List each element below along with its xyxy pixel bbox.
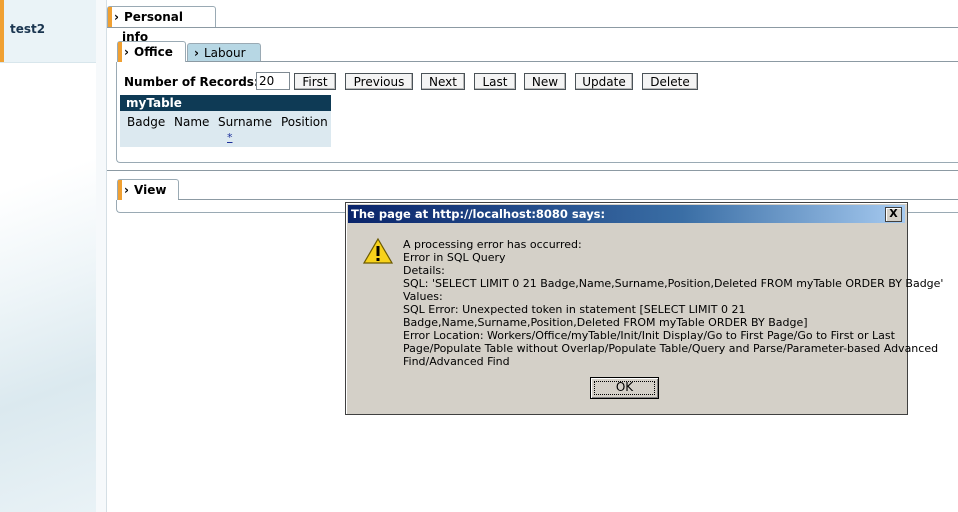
chevron-right-icon: › <box>114 10 119 24</box>
sidebar: test2 <box>0 0 96 512</box>
message-line: Values: <box>403 290 443 303</box>
sidebar-item-test2[interactable]: test2 <box>0 0 96 63</box>
new-record-link[interactable]: * <box>227 131 233 144</box>
tab-personal-info[interactable]: › Personal info <box>107 6 216 44</box>
dialog-message: A processing error has occurred: Error i… <box>403 238 944 368</box>
sidebar-divider <box>96 0 107 512</box>
tab-office[interactable]: › Office <box>117 41 186 62</box>
close-icon: X <box>889 207 898 220</box>
sidebar-item-label: test2 <box>10 22 46 36</box>
message-line: Find/Advanced Find <box>403 355 510 368</box>
ok-button[interactable]: OK <box>590 377 659 399</box>
message-line: Page/Populate Table without Overlap/Popu… <box>403 342 939 355</box>
tab-labour[interactable]: › Labour <box>187 43 261 62</box>
tab-label: View <box>134 183 167 197</box>
message-line: A processing error has occurred: <box>403 238 582 251</box>
next-button[interactable]: Next <box>421 73 465 90</box>
section-divider <box>107 27 958 28</box>
tab-label: Office <box>134 45 173 59</box>
tab-label: Labour <box>204 46 246 60</box>
mytable-grid: myTable Badge Name Surname Position * <box>120 95 331 147</box>
message-line: SQL Error: Unexpected token in statement… <box>403 303 746 316</box>
dialog-title-bar[interactable]: The page at http://localhost:8080 says: … <box>348 205 905 223</box>
column-header-badge: Badge <box>127 115 166 129</box>
column-header-name: Name <box>174 115 210 129</box>
chevron-right-icon: › <box>124 45 129 59</box>
message-line: Badge,Name,Surname,Position,Deleted FROM… <box>403 316 808 329</box>
message-line: Details: <box>403 264 445 277</box>
previous-button[interactable]: Previous <box>345 73 413 90</box>
delete-button[interactable]: Delete <box>642 73 698 90</box>
alert-dialog: The page at http://localhost:8080 says: … <box>345 202 944 415</box>
focus-ring <box>594 381 655 395</box>
first-button[interactable]: First <box>294 73 336 90</box>
sidebar-accent <box>0 0 4 62</box>
close-button[interactable]: X <box>885 207 902 222</box>
records-label: Number of Records: <box>124 75 259 89</box>
section-divider <box>107 170 958 171</box>
table-body: Badge Name Surname Position * <box>120 111 331 147</box>
table-title: myTable <box>120 95 331 111</box>
chevron-right-icon: › <box>124 183 129 197</box>
chevron-right-icon: › <box>194 46 199 60</box>
new-button[interactable]: New <box>524 73 566 90</box>
update-button[interactable]: Update <box>575 73 633 90</box>
tab-view[interactable]: › View <box>117 179 179 200</box>
dialog-title: The page at http://localhost:8080 says: <box>351 207 606 221</box>
message-line: Error Location: Workers/Office/myTable/I… <box>403 329 895 342</box>
last-button[interactable]: Last <box>474 73 516 90</box>
message-line: SQL: 'SELECT LIMIT 0 21 Badge,Name,Surna… <box>403 277 944 290</box>
warning-icon <box>363 237 393 264</box>
column-header-position: Position <box>281 115 328 129</box>
column-header-surname: Surname <box>218 115 272 129</box>
records-input[interactable] <box>256 72 290 90</box>
message-line: Error in SQL Query <box>403 251 506 264</box>
